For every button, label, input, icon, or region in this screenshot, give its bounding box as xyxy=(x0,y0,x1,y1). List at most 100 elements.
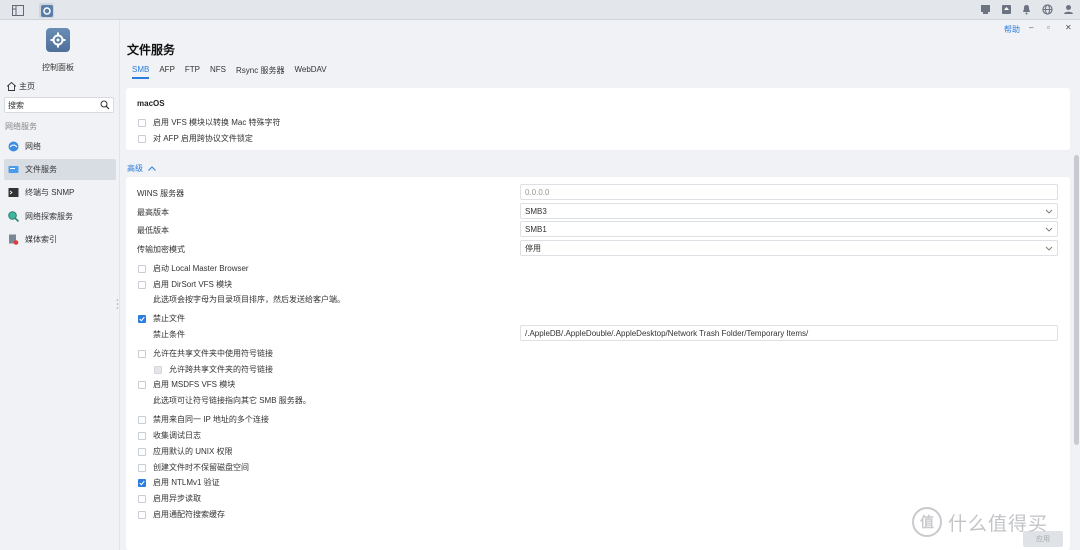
message-icon[interactable] xyxy=(980,4,992,16)
advanced-section: WINS 服务器 0.0.0.0 最高版本 SMB3 最低版本 SMB1 传输加… xyxy=(126,177,1070,550)
main-content: 文件服务 SMB AFP FTP NFS Rsync 服务器 WebDAV ma… xyxy=(120,20,1080,550)
control-panel-window: 帮助 – ▫ ✕ 控制面板 主页 网络服务 网络 文件服务 xyxy=(0,20,1080,550)
control-panel-app-icon[interactable] xyxy=(39,3,54,18)
watermark: 值 什么值得买 xyxy=(912,507,1048,537)
tab-rsync[interactable]: Rsync 服务器 xyxy=(236,65,284,79)
sidebar-item-terminal-snmp[interactable]: 终端与 SNMP xyxy=(4,182,116,203)
checkbox[interactable] xyxy=(138,431,146,440)
no-reserve-space-option[interactable]: 创建文件时不保留磁盘空间 xyxy=(138,462,249,473)
tab-smb[interactable]: SMB xyxy=(132,65,150,79)
sidebar-item-label: 终端与 SNMP xyxy=(25,188,75,197)
home-icon xyxy=(7,82,16,91)
min-version-label: 最低版本 xyxy=(137,226,169,235)
max-version-select[interactable]: SMB3 xyxy=(520,203,1058,219)
checkbox[interactable] xyxy=(138,264,146,273)
afp-cross-lock-option[interactable]: 对 AFP 启用跨协议文件锁定 xyxy=(138,133,253,144)
bell-icon[interactable] xyxy=(1021,4,1033,16)
checkbox[interactable] xyxy=(138,447,146,456)
upload-icon[interactable] xyxy=(1001,4,1013,16)
sidebar-title: 控制面板 xyxy=(42,63,74,72)
wins-input[interactable]: 0.0.0.0 xyxy=(520,184,1058,200)
chevron-down-icon xyxy=(1045,209,1053,214)
checkbox[interactable] xyxy=(138,314,146,323)
checkbox[interactable] xyxy=(138,118,146,127)
select-value: SMB1 xyxy=(525,224,547,234)
vfs-mac-chars-option[interactable]: 启用 VFS 模块以转换 Mac 特殊字符 xyxy=(138,117,281,128)
option-label: 允许跨共享文件夹的符号链接 xyxy=(169,365,273,374)
encryption-label: 传输加密模式 xyxy=(137,245,185,254)
checkbox[interactable] xyxy=(138,280,146,289)
content-scrollbar[interactable] xyxy=(1074,155,1079,445)
wildcard-cache-option[interactable]: 启用通配符搜索缓存 xyxy=(138,509,225,520)
encryption-select[interactable]: 停用 xyxy=(520,240,1058,256)
checkbox[interactable] xyxy=(138,380,146,389)
min-version-select[interactable]: SMB1 xyxy=(520,221,1058,237)
multi-connection-option[interactable]: 禁用来自同一 IP 地址的多个连接 xyxy=(138,414,269,425)
sidebar-resize-handle[interactable] xyxy=(116,298,119,310)
option-label: 应用默认的 UNIX 权限 xyxy=(153,447,233,456)
dirsort-option[interactable]: 启用 DirSort VFS 模块 xyxy=(138,279,232,290)
option-label: 启用异步读取 xyxy=(153,494,201,503)
sidebar-item-file-service[interactable]: 文件服务 xyxy=(4,159,116,180)
option-label: 启用 MSDFS VFS 模块 xyxy=(153,380,236,389)
checkbox[interactable] xyxy=(138,463,146,472)
checkbox[interactable] xyxy=(138,349,146,358)
option-label: 启用 NTLMv1 验证 xyxy=(153,478,220,487)
advanced-toggle[interactable]: 高级 xyxy=(127,163,156,174)
media-index-icon xyxy=(8,234,19,245)
checkbox[interactable] xyxy=(138,134,146,143)
sidebar-section-label: 网络服务 xyxy=(5,122,37,131)
search-input[interactable] xyxy=(5,98,95,112)
chevron-down-icon xyxy=(1045,227,1053,232)
sidebar-item-network[interactable]: 网络 xyxy=(4,136,116,157)
sidebar-item-label: 网络探索服务 xyxy=(25,212,73,221)
veto-files-option[interactable]: 禁止文件 xyxy=(138,313,185,324)
dirsort-note: 此选项会按字母为目录项目排序，然后发送给客户端。 xyxy=(153,295,345,304)
tab-ftp[interactable]: FTP xyxy=(185,65,200,79)
sidebar-item-label: 媒体索引 xyxy=(25,235,57,244)
debug-log-option[interactable]: 收集调试日志 xyxy=(138,430,201,441)
select-value: 停用 xyxy=(525,243,541,253)
msdfs-option[interactable]: 启用 MSDFS VFS 模块 xyxy=(138,379,235,390)
sidebar: 控制面板 主页 网络服务 网络 文件服务 终端与 SNMP xyxy=(0,20,120,550)
async-read-option[interactable]: 启用异步读取 xyxy=(138,493,201,504)
user-icon[interactable] xyxy=(1063,4,1075,16)
tab-afp[interactable]: AFP xyxy=(159,65,175,79)
max-version-label: 最高版本 xyxy=(137,208,169,217)
tab-nfs[interactable]: NFS xyxy=(210,65,226,79)
search-icon[interactable] xyxy=(100,100,110,110)
watermark-text: 什么值得买 xyxy=(948,513,1049,535)
sidebar-home[interactable]: 主页 xyxy=(7,81,35,92)
sidebar-item-media-index[interactable]: 媒体索引 xyxy=(4,229,116,250)
sidebar-item-network-discovery[interactable]: 网络探索服务 xyxy=(4,206,116,227)
sidebar-search xyxy=(4,97,114,113)
page-title: 文件服务 xyxy=(127,43,176,57)
checkbox[interactable] xyxy=(138,510,146,519)
symlink-option[interactable]: 允许在共享文件夹中使用符号链接 xyxy=(138,348,273,359)
select-value: SMB3 xyxy=(525,206,547,216)
advanced-label: 高级 xyxy=(127,164,143,173)
option-label: 创建文件时不保留磁盘空间 xyxy=(153,463,249,472)
checkbox[interactable] xyxy=(138,478,146,487)
checkbox[interactable] xyxy=(138,415,146,424)
sidebar-item-label: 文件服务 xyxy=(25,165,57,174)
ntlmv1-option[interactable]: 启用 NTLMv1 验证 xyxy=(138,477,220,488)
symlink-cross-option[interactable]: 允许跨共享文件夹的符号链接 xyxy=(154,364,273,375)
unix-permission-option[interactable]: 应用默认的 UNIX 权限 xyxy=(138,446,233,457)
checkbox[interactable] xyxy=(138,494,146,503)
terminal-icon xyxy=(8,187,19,198)
window-switch-icon[interactable] xyxy=(10,3,25,18)
option-label: 禁止文件 xyxy=(153,314,185,323)
system-taskbar xyxy=(0,0,1080,20)
tab-webdav[interactable]: WebDAV xyxy=(294,65,326,79)
local-master-option[interactable]: 启动 Local Master Browser xyxy=(138,263,249,274)
control-panel-logo-icon xyxy=(46,28,70,52)
macos-section: macOS 启用 VFS 模块以转换 Mac 特殊字符 对 AFP 启用跨协议文… xyxy=(126,88,1070,150)
globe-icon[interactable] xyxy=(1042,4,1054,16)
option-label: 启用 VFS 模块以转换 Mac 特殊字符 xyxy=(153,118,281,127)
veto-condition-input[interactable]: /.AppleDB/.AppleDouble/.AppleDesktop/Net… xyxy=(520,325,1058,341)
option-label: 启动 Local Master Browser xyxy=(153,264,249,273)
option-label: 禁用来自同一 IP 地址的多个连接 xyxy=(153,415,269,424)
tab-bar: SMB AFP FTP NFS Rsync 服务器 WebDAV xyxy=(132,65,337,79)
checkbox[interactable] xyxy=(154,365,162,374)
